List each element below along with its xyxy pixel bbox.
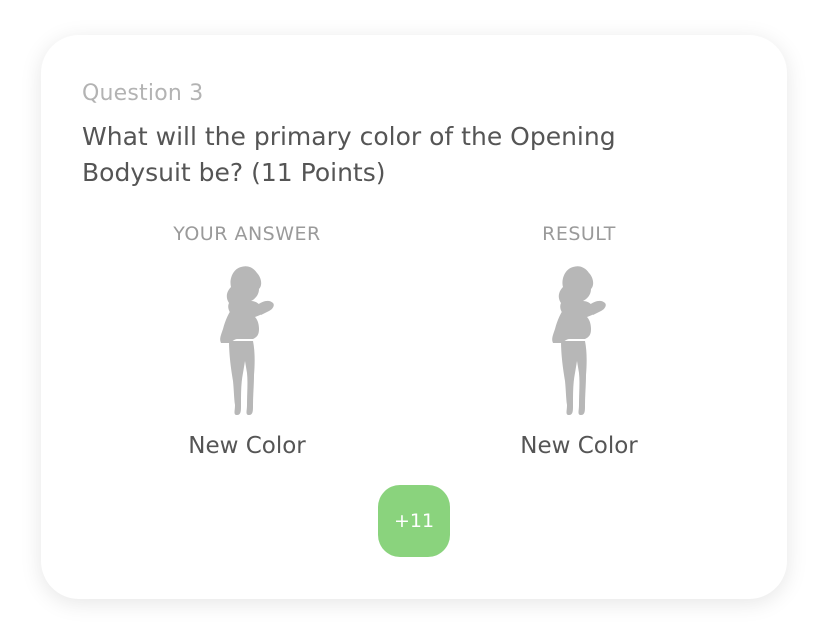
result-value: New Color xyxy=(520,433,638,459)
score-badge: +11 xyxy=(378,485,450,557)
silhouette-icon xyxy=(220,266,274,415)
your-answer-heading: YOUR ANSWER xyxy=(173,223,321,245)
result-heading: RESULT xyxy=(542,223,616,245)
your-answer-value: New Color xyxy=(188,433,306,459)
question-card: Question 3 What will the primary color o… xyxy=(41,35,787,599)
silhouette-icon xyxy=(552,266,606,415)
result-column: RESULT New Color xyxy=(429,223,729,459)
question-text: What will the primary color of the Openi… xyxy=(82,122,616,187)
your-answer-column: YOUR ANSWER New Color xyxy=(97,223,397,459)
question-number: Question 3 xyxy=(82,81,204,106)
